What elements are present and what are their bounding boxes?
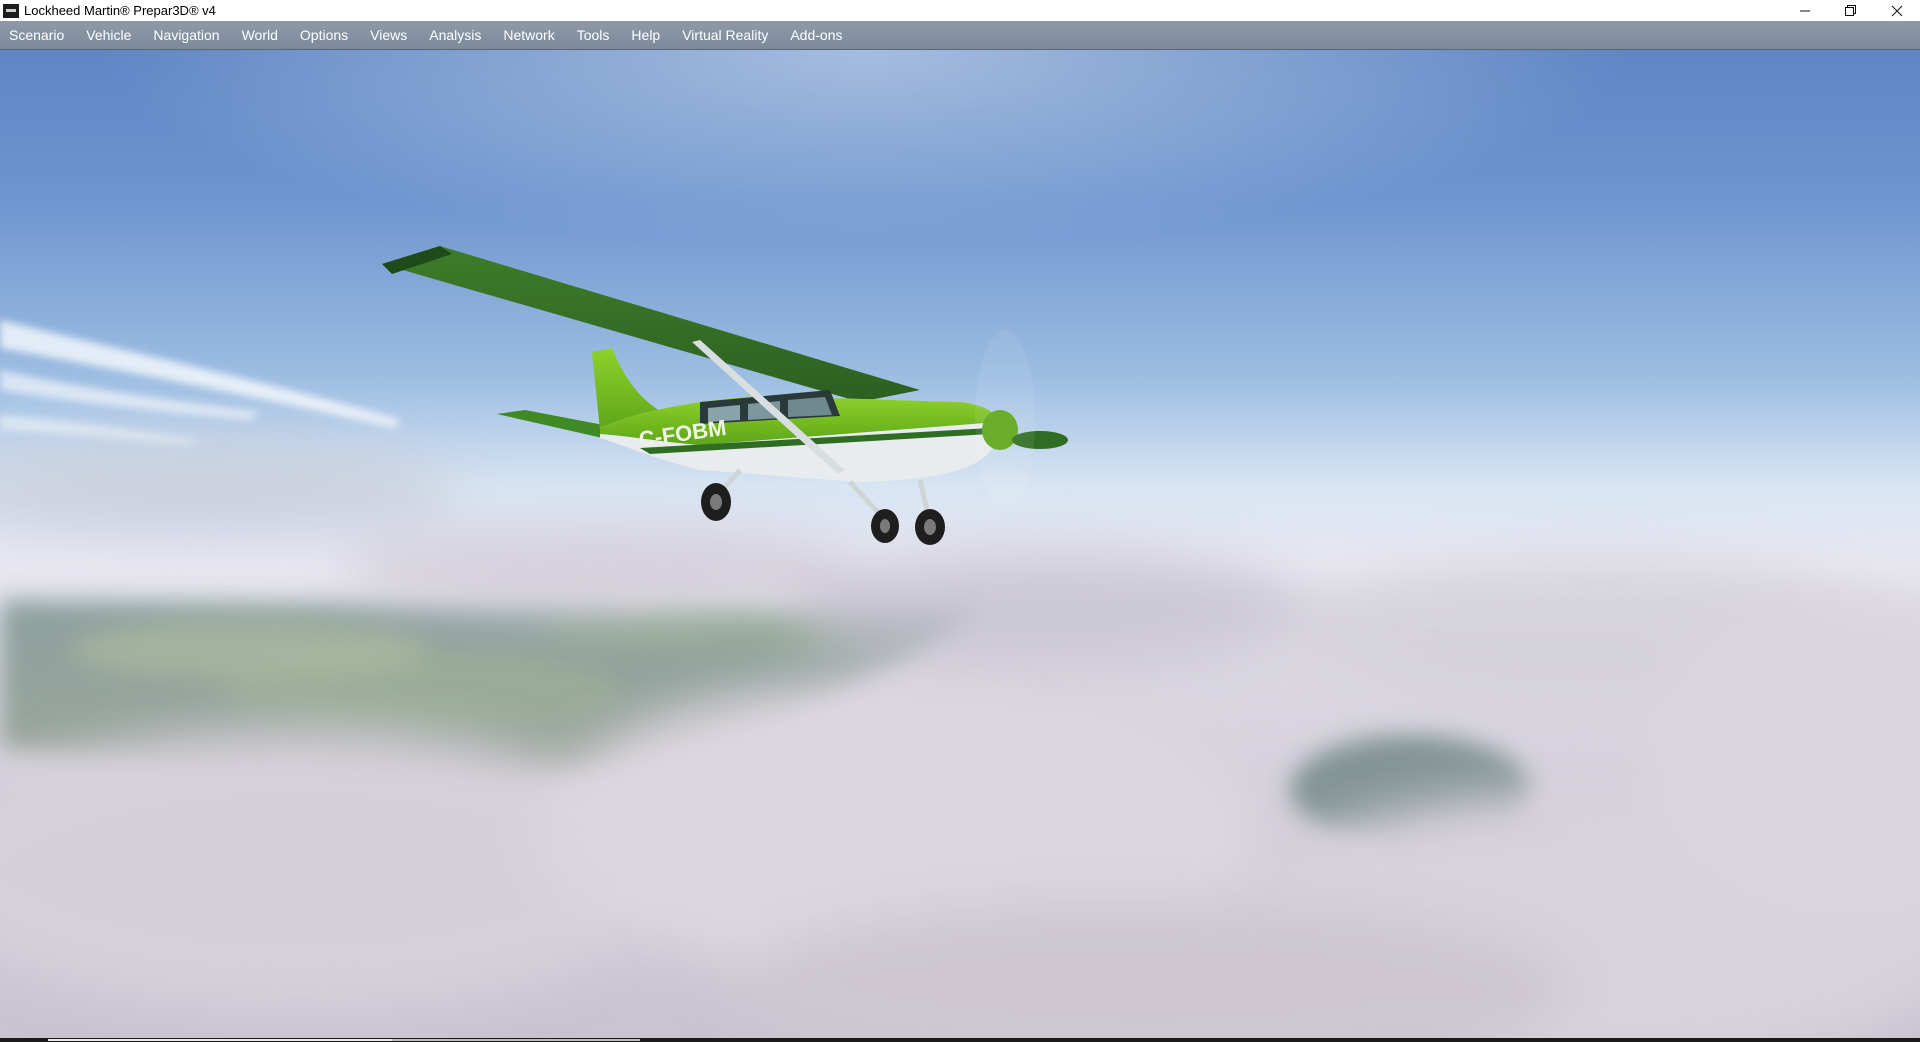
window-title: Lockheed Martin® Prepar3D® v4 (24, 3, 216, 18)
menu-options[interactable]: Options (291, 27, 357, 43)
status-strip (0, 1038, 1920, 1042)
restore-icon[interactable] (1828, 0, 1874, 21)
menu-scenario[interactable]: Scenario (0, 27, 73, 43)
menu-analysis[interactable]: Analysis (420, 27, 490, 43)
simulator-3d-view[interactable]: C-FOBM (0, 50, 1920, 1042)
menu-views[interactable]: Views (361, 27, 416, 43)
minimize-icon[interactable] (1782, 0, 1828, 21)
menu-network[interactable]: Network (494, 27, 563, 43)
menu-vehicle[interactable]: Vehicle (77, 27, 140, 43)
close-icon[interactable] (1874, 0, 1920, 21)
menu-bar: Scenario Vehicle Navigation World Option… (0, 21, 1920, 50)
title-bar: Lockheed Martin® Prepar3D® v4 (0, 0, 1920, 21)
status-segment (392, 1039, 640, 1041)
menu-world[interactable]: World (233, 27, 287, 43)
scene-render: C-FOBM (0, 50, 1920, 1042)
window-controls (1782, 0, 1920, 21)
menu-add-ons[interactable]: Add-ons (781, 27, 851, 43)
app-icon[interactable] (3, 3, 19, 18)
menu-navigation[interactable]: Navigation (144, 27, 228, 43)
menu-tools[interactable]: Tools (568, 27, 619, 43)
menu-help[interactable]: Help (622, 27, 669, 43)
status-segment (48, 1039, 392, 1041)
menu-virtual-reality[interactable]: Virtual Reality (673, 27, 777, 43)
